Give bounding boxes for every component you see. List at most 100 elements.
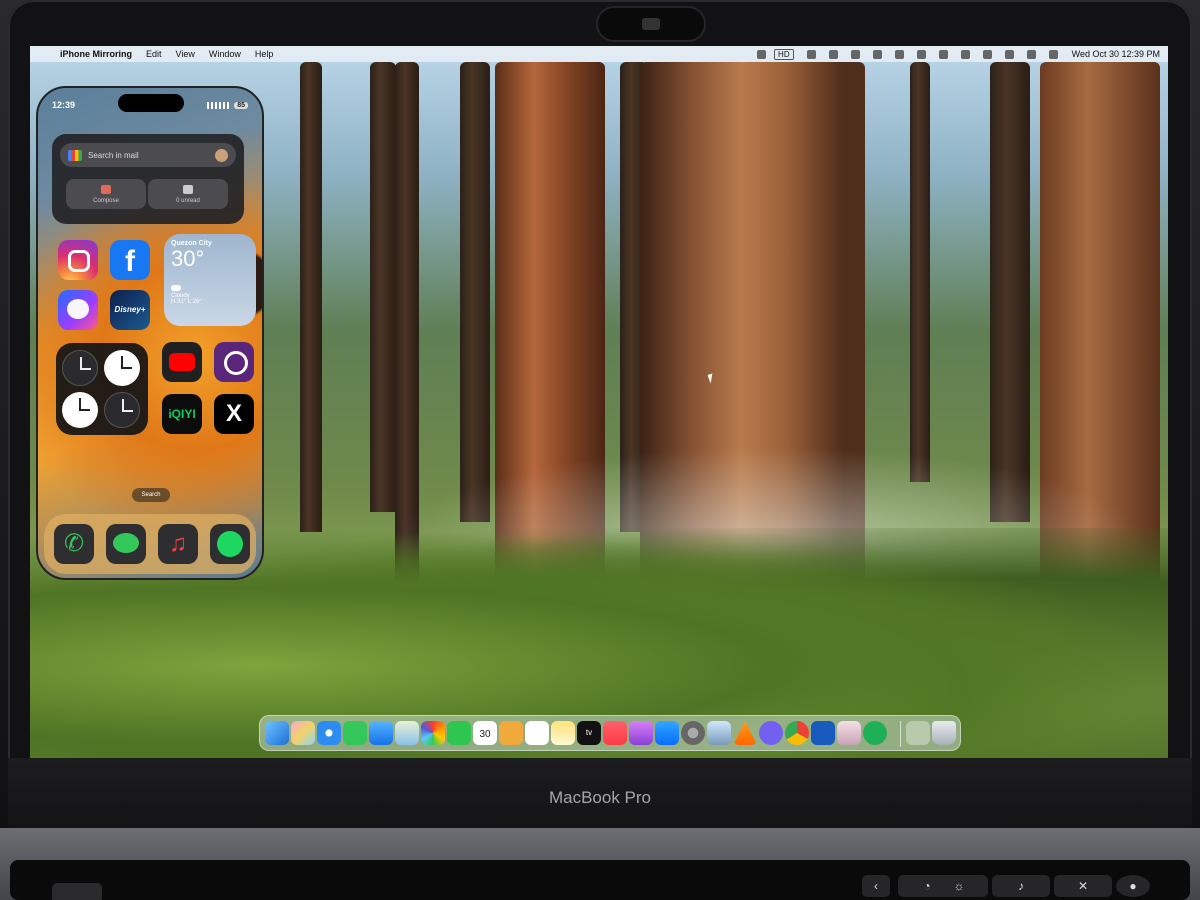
world-clock-widget[interactable] [56,343,148,435]
messages-icon[interactable] [343,721,367,745]
trash-icon[interactable] [932,721,956,745]
viber-icon[interactable] [759,721,783,745]
weather-temperature: 30° [171,246,205,271]
downloads-stack-icon[interactable] [906,721,930,745]
home-search-button[interactable]: Search [132,488,170,502]
reminders-icon[interactable] [525,721,549,745]
photo-of-laptop: iPhone Mirroring Edit View Window Help H… [0,0,1200,900]
desktop-screen: iPhone Mirroring Edit View Window Help H… [30,46,1168,758]
gmail-search-bar[interactable]: Search in mail [60,143,236,167]
weather-high-low: H:31° L:26° [171,299,202,305]
ios-dock: ♫ [44,514,256,574]
menubar-extra-icon[interactable] [757,49,767,59]
spotify-app-icon[interactable] [210,524,250,564]
battery-icon[interactable] [960,49,970,59]
clock-status-icon[interactable] [872,49,882,59]
preview-icon[interactable] [707,721,731,745]
gmail-logo-icon [68,149,82,161]
iphone-mirroring-window[interactable]: 12:39 85 Search in mail Compose 0 unread [36,86,264,580]
tree-trunk [910,62,930,482]
photos-icon[interactable] [421,721,445,745]
vlc-icon[interactable] [733,721,757,745]
menubar-clock[interactable]: Wed Oct 30 12:39 PM [1072,49,1160,59]
music-icon[interactable] [603,721,627,745]
app-store-icon[interactable] [655,721,679,745]
compose-label: Compose [93,198,119,204]
touchbar-display-icon[interactable]: ☼ [930,875,988,897]
ios-status-bar: 12:39 85 [52,98,248,112]
contacts-icon[interactable] [499,721,523,745]
system-settings-icon[interactable] [681,721,705,745]
facetime-icon[interactable] [447,721,471,745]
gmail-widget[interactable]: Search in mail Compose 0 unread [52,134,244,224]
phone-app-icon[interactable] [54,524,94,564]
ios-battery-badge: 85 [234,101,248,109]
clock-face-icon [104,350,140,386]
ios-time: 12:39 [52,100,76,110]
menubar-extra-icon[interactable] [916,49,926,59]
wifi-icon[interactable] [982,49,992,59]
apple-tv-icon[interactable]: tv [577,721,601,745]
whatsapp-icon[interactable] [863,721,887,745]
touchbar-volume-icon[interactable]: ♪ [992,875,1050,897]
x-app-icon[interactable]: X [214,394,254,434]
dock-separator [900,721,901,747]
siri-icon[interactable] [1048,49,1058,59]
disney-plus-app-icon[interactable]: Disney+ [110,290,150,330]
facebook-app-icon[interactable]: f [110,240,150,280]
menubar-extra-icon[interactable] [938,49,948,59]
avatar[interactable] [215,148,228,162]
macos-dock: 30 tv [259,715,961,751]
clock-face-icon [62,392,98,428]
inbox-icon [183,185,193,194]
touchbar-collapse-icon[interactable]: ‹ [862,875,890,897]
menubar-extra-icon[interactable] [850,49,860,59]
tree-trunk [370,62,396,512]
launchpad-icon[interactable] [291,721,315,745]
bluetooth-icon[interactable] [894,49,904,59]
unread-button[interactable]: 0 unread [148,179,228,209]
menu-app-name[interactable]: iPhone Mirroring [60,49,132,59]
weather-widget[interactable]: Quezon City 30° Cloudy H:31° L:26° [164,234,256,326]
finder-icon[interactable] [265,721,289,745]
messenger-app-icon[interactable] [58,290,98,330]
menu-view[interactable]: View [176,49,195,59]
youtube-app-icon[interactable] [162,342,202,382]
signal-icon [207,101,230,109]
calendar-day: 30 [479,729,491,740]
instagram-app-icon[interactable] [58,240,98,280]
maps-icon[interactable] [395,721,419,745]
tree-trunk [300,62,322,532]
viber-app-icon[interactable] [214,342,254,382]
touchbar-mute-icon[interactable]: ✕ [1054,875,1112,897]
cloud-icon [171,285,181,291]
spotlight-search-icon[interactable] [1004,49,1014,59]
menubar-extra-icon[interactable] [828,49,838,59]
messages-app-icon[interactable] [106,524,146,564]
control-center-icon[interactable] [1026,49,1036,59]
music-app-icon[interactable]: ♫ [158,524,198,564]
compose-button[interactable]: Compose [66,179,146,209]
mail-icon[interactable] [369,721,393,745]
touchbar-siri-icon[interactable]: ● [1116,875,1150,897]
menu-help[interactable]: Help [255,49,274,59]
pencil-icon [101,185,111,194]
brand-label: MacBook Pro [548,788,652,807]
word-icon[interactable] [811,721,835,745]
hd-status-badge[interactable]: HD [774,48,794,60]
clock-face-icon [62,350,98,386]
notes-icon[interactable] [551,721,575,745]
vlc-status-icon[interactable] [806,49,816,59]
menu-window[interactable]: Window [209,49,241,59]
podcasts-icon[interactable] [629,721,653,745]
tv-label: tv [585,728,593,737]
calendar-icon[interactable]: 30 [473,721,497,745]
menu-bar: iPhone Mirroring Edit View Window Help H… [30,46,1168,62]
document-icon[interactable] [837,721,861,745]
chrome-icon[interactable] [785,721,809,745]
esc-key[interactable] [52,883,102,900]
iqiyi-app-icon[interactable]: iQIYI [162,394,202,434]
safari-icon[interactable] [317,721,341,745]
clock-face-icon [104,392,140,428]
menu-edit[interactable]: Edit [146,49,162,59]
